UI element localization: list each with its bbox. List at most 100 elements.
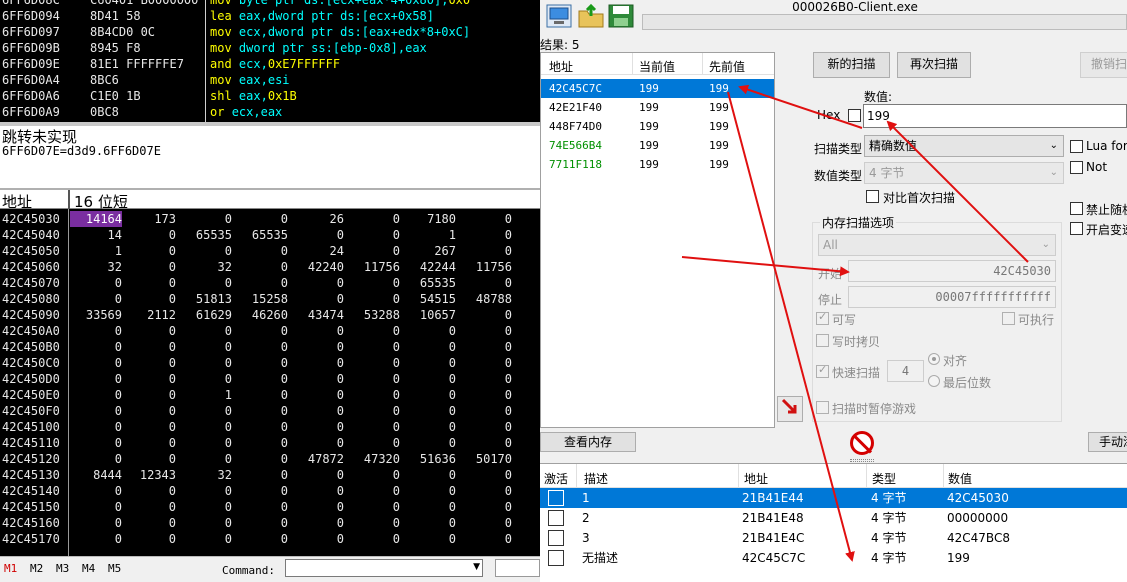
disasm-row[interactable]: 6FF6D097 8B4CD0 0C mov ecx,dword ptr ds:[e… (0, 24, 540, 40)
dump-cell[interactable]: 0 (460, 515, 512, 531)
dump-cell[interactable]: 0 (236, 339, 288, 355)
computer-icon[interactable] (545, 3, 573, 29)
dump-cell[interactable]: 51636 (404, 451, 456, 467)
command-input[interactable]: ▼ (285, 559, 483, 577)
dump-cell[interactable]: 0 (70, 531, 122, 547)
dump-cell[interactable]: 0 (70, 419, 122, 435)
active-checkbox[interactable] (548, 510, 564, 526)
dump-cell[interactable]: 0 (292, 227, 344, 243)
dump-cell[interactable]: 0 (348, 515, 400, 531)
dump-cell[interactable]: 0 (180, 499, 232, 515)
dump-cell[interactable]: 0 (460, 467, 512, 483)
dump-cell[interactable]: 0 (236, 451, 288, 467)
dump-cell[interactable]: 15258 (236, 291, 288, 307)
dump-cell[interactable]: 33569 (70, 307, 122, 323)
dump-row[interactable]: 42C450F0 0 0 0 0 0 0 0 0 (0, 403, 540, 419)
dump-cell[interactable]: 0 (124, 275, 176, 291)
dump-cell[interactable]: 0 (292, 291, 344, 307)
dump-row[interactable]: 42C45170 0 0 0 0 0 0 0 0 (0, 531, 540, 547)
dump-cell[interactable]: 0 (236, 419, 288, 435)
dump-cell[interactable]: 0 (236, 355, 288, 371)
dump-cell[interactable]: 0 (236, 467, 288, 483)
open-folder-icon[interactable] (577, 3, 605, 29)
fast-scan-checkbox[interactable] (816, 363, 829, 378)
dump-cell[interactable]: 0 (292, 387, 344, 403)
dump-cell[interactable]: 14 (70, 227, 122, 243)
dump-row[interactable]: 42C45160 0 0 0 0 0 0 0 0 (0, 515, 540, 531)
dump-row[interactable]: 42C45130 8444 12343 32 0 0 0 0 0 (0, 467, 540, 483)
dump-row[interactable]: 42C450B0 0 0 0 0 0 0 0 0 (0, 339, 540, 355)
dump-cell[interactable]: 0 (292, 403, 344, 419)
dump-cell[interactable]: 0 (70, 275, 122, 291)
dump-cell[interactable]: 65535 (180, 227, 232, 243)
dump-cell[interactable]: 0 (460, 339, 512, 355)
dump-cell[interactable]: 0 (236, 259, 288, 275)
dump-cell[interactable]: 1 (70, 243, 122, 259)
dump-cell[interactable]: 0 (70, 435, 122, 451)
dump-row[interactable]: 42C45120 0 0 0 0 47872 47320 51636 50170 (0, 451, 540, 467)
col-value[interactable]: 数值 (948, 470, 972, 487)
dump-row[interactable]: 42C45100 0 0 0 0 0 0 0 0 (0, 419, 540, 435)
value-type-select[interactable]: 4 字节 ⌄ (864, 162, 1064, 184)
dump-cell[interactable]: 0 (70, 483, 122, 499)
dump-row[interactable]: 42C45070 0 0 0 0 0 0 65535 0 (0, 275, 540, 291)
splitter-grip[interactable] (850, 459, 874, 462)
dump-row[interactable]: 42C45080 0 0 51813 15258 0 0 54515 48788 (0, 291, 540, 307)
dump-cell[interactable]: 0 (236, 403, 288, 419)
save-icon[interactable] (607, 3, 635, 29)
found-addresses-list[interactable]: 地址 当前值 先前值 42C45C7C 199 199 42E21F40 199 199 4… (540, 52, 775, 428)
dump-cell[interactable]: 0 (70, 371, 122, 387)
dump-cell[interactable]: 42244 (404, 259, 456, 275)
dump-cell[interactable]: 0 (180, 371, 232, 387)
dump-cell[interactable]: 32 (70, 259, 122, 275)
dump-cell[interactable]: 0 (460, 211, 512, 227)
dump-cell[interactable]: 10657 (404, 307, 456, 323)
align-radio[interactable] (928, 353, 940, 365)
dump-cell[interactable]: 0 (348, 403, 400, 419)
dump-cell[interactable]: 0 (180, 419, 232, 435)
disasm-row[interactable]: 6FF6D0A4 8BC6 mov eax,esi (0, 72, 540, 88)
stop-address-field[interactable]: 00007fffffffffff (848, 286, 1056, 308)
dump-cell[interactable]: 65535 (404, 275, 456, 291)
dump-row[interactable]: 42C45050 1 0 0 0 24 0 267 0 (0, 243, 540, 259)
memory-tab-m3[interactable]: M3 (56, 562, 69, 575)
dump-cell[interactable]: 0 (348, 323, 400, 339)
dump-cell[interactable]: 0 (236, 435, 288, 451)
dump-cell[interactable]: 0 (460, 227, 512, 243)
dump-cell[interactable]: 12343 (124, 467, 176, 483)
dump-cell[interactable]: 0 (180, 243, 232, 259)
new-scan-button[interactable]: 新的扫描 (813, 52, 890, 78)
dump-cell[interactable]: 0 (460, 419, 512, 435)
copy-on-write-checkbox[interactable] (816, 334, 829, 347)
dump-cell[interactable]: 0 (180, 403, 232, 419)
dump-cell[interactable]: 0 (404, 419, 456, 435)
lua-formula-checkbox[interactable] (1070, 140, 1083, 153)
dump-cell[interactable]: 0 (124, 355, 176, 371)
disasm-row[interactable]: 6FF6D094 8D41 58 lea eax,dword ptr ds:[ecx… (0, 8, 540, 24)
col-previous-value[interactable]: 先前值 (709, 58, 745, 75)
dump-cell[interactable]: 0 (460, 307, 512, 323)
pause-game-checkbox[interactable] (816, 401, 829, 414)
start-address-field[interactable]: 42C45030 (848, 260, 1056, 282)
dump-cell[interactable]: 0 (124, 403, 176, 419)
dump-cell-selected[interactable]: 14164 (70, 211, 122, 227)
dump-cell[interactable]: 0 (180, 323, 232, 339)
dump-cell[interactable]: 32 (180, 467, 232, 483)
disasm-row[interactable]: 6FF6D0A6 C1E0 1B shl eax,0x1B (0, 88, 540, 104)
dump-cell[interactable]: 0 (236, 483, 288, 499)
not-checkbox[interactable] (1070, 161, 1083, 174)
dump-row[interactable]: 42C450C0 0 0 0 0 0 0 0 0 (0, 355, 540, 371)
no-random-checkbox[interactable] (1070, 202, 1083, 215)
found-row[interactable]: 74E566B4 199 199 (541, 136, 774, 155)
view-memory-button[interactable]: 查看内存 (540, 432, 636, 452)
col-address[interactable]: 地址 (744, 470, 768, 487)
dump-cell[interactable]: 0 (404, 467, 456, 483)
dump-cell[interactable]: 1 (180, 387, 232, 403)
scan-type-select[interactable]: 精确数值 ⌄ (864, 135, 1064, 157)
dump-cell[interactable]: 48788 (460, 291, 512, 307)
dump-cell[interactable]: 0 (236, 371, 288, 387)
dump-cell[interactable]: 0 (292, 483, 344, 499)
add-to-list-arrow-button[interactable] (777, 396, 803, 422)
dump-cell[interactable]: 0 (180, 339, 232, 355)
dump-cell[interactable]: 0 (70, 291, 122, 307)
